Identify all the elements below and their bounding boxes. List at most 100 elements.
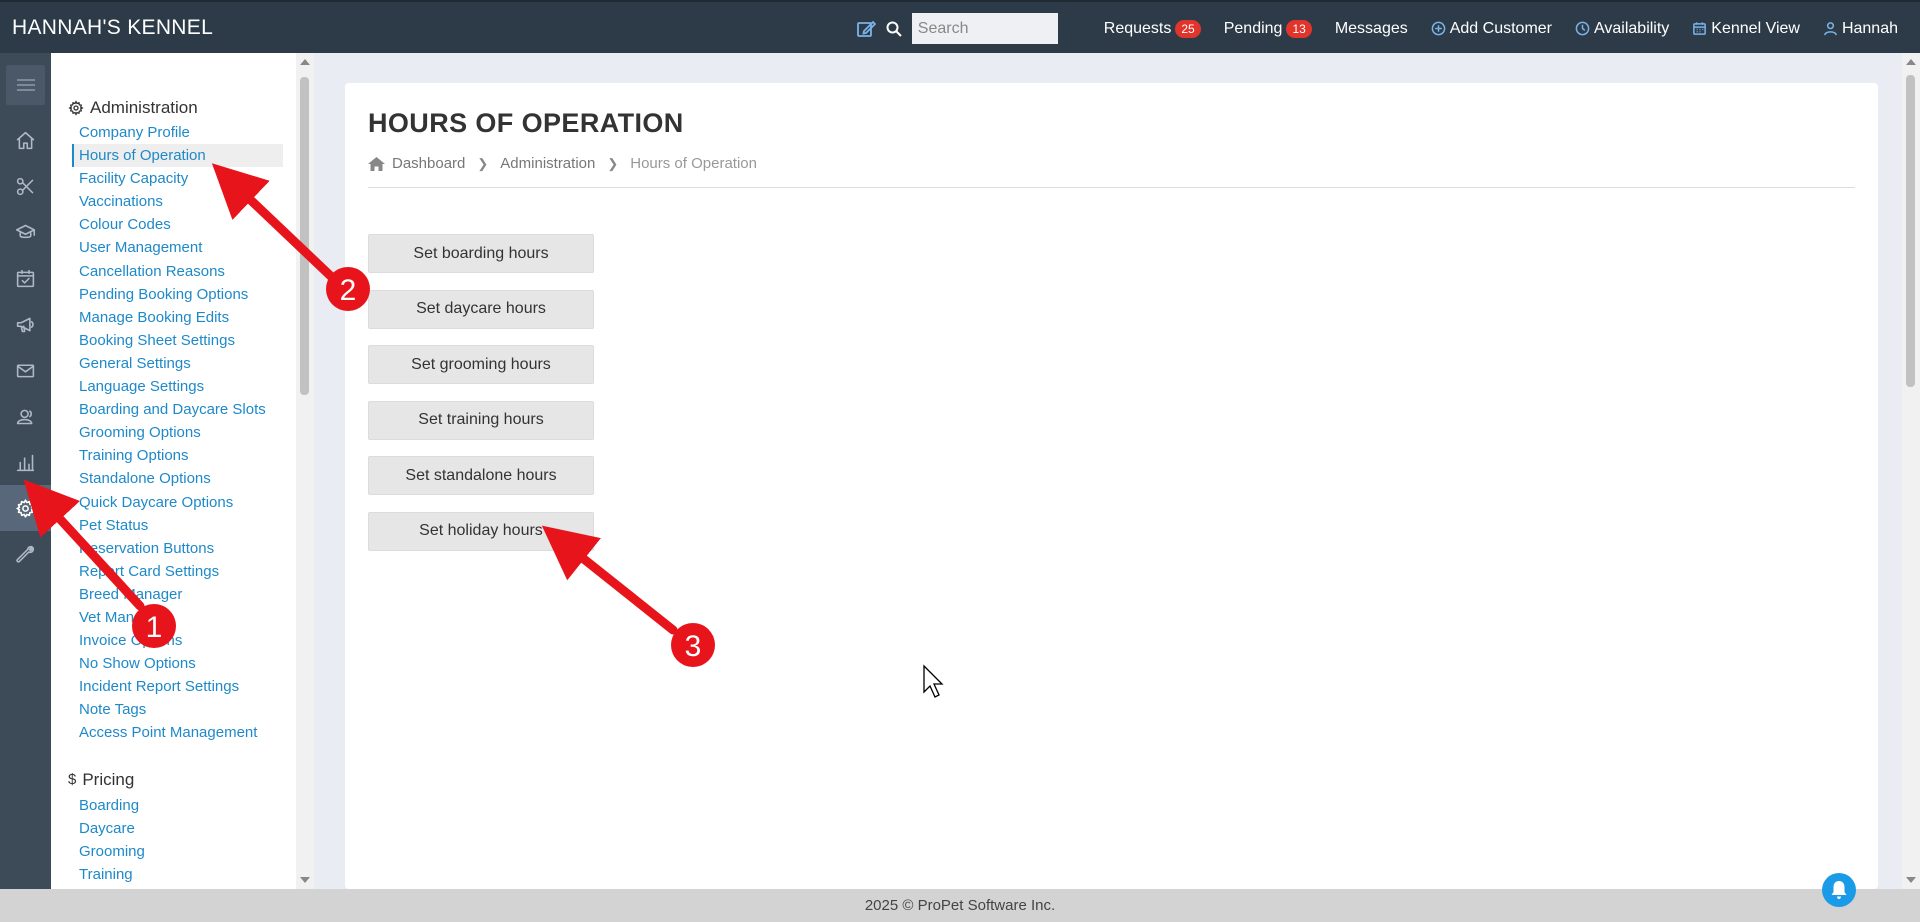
- scroll-down-arrow-icon[interactable]: [1906, 877, 1916, 883]
- main-scrollbar[interactable]: [1902, 53, 1920, 889]
- sidebar-item-company-profile[interactable]: Company Profile: [72, 121, 296, 144]
- add-customer-link[interactable]: Add Customer: [1431, 20, 1552, 38]
- sidebar-item-pricing-boarding[interactable]: Boarding: [72, 794, 296, 817]
- sidebar-item-note-tags[interactable]: Note Tags: [72, 698, 296, 721]
- hours-button-group: Set boarding hours Set daycare hours Set…: [368, 234, 594, 567]
- availability-label: Availability: [1594, 19, 1670, 37]
- title-divider: [368, 187, 1855, 188]
- sidebar-item-quick-daycare-options[interactable]: Quick Daycare Options: [72, 491, 296, 514]
- dollar-icon: $: [68, 771, 77, 789]
- breadcrumb: Dashboard ❯ Administration ❯ Hours of Op…: [368, 155, 757, 172]
- clock-icon: [1575, 21, 1590, 36]
- breadcrumb-current: Hours of Operation: [630, 155, 757, 172]
- sidebar-item-pricing-daycare[interactable]: Daycare: [72, 817, 296, 840]
- sidebar-item-training-options[interactable]: Training Options: [72, 444, 296, 467]
- sidebar-item-standalone-options[interactable]: Standalone Options: [72, 467, 296, 490]
- sidebar-item-pending-booking-options[interactable]: Pending Booking Options: [72, 283, 296, 306]
- sidebar-item-report-card-settings[interactable]: Report Card Settings: [72, 560, 296, 583]
- pricing-heading: $ Pricing: [68, 770, 296, 790]
- kennel-view-link[interactable]: Kennel View: [1692, 20, 1800, 38]
- scissors-icon[interactable]: [0, 163, 51, 209]
- menu-toggle-icon[interactable]: [6, 65, 45, 105]
- search-icon[interactable]: [886, 21, 902, 37]
- user-icon: [1823, 21, 1838, 36]
- sidebar-item-grooming-options[interactable]: Grooming Options: [72, 421, 296, 444]
- contact-icon[interactable]: [0, 393, 51, 439]
- breadcrumb-administration[interactable]: Administration: [500, 155, 595, 172]
- user-menu[interactable]: Hannah: [1823, 20, 1898, 38]
- sidebar-item-language-settings[interactable]: Language Settings: [72, 375, 296, 398]
- sidebar-item-cancellation-reasons[interactable]: Cancellation Reasons: [72, 260, 296, 283]
- requests-link[interactable]: Requests 25: [1103, 19, 1201, 38]
- graduation-cap-icon[interactable]: [0, 209, 51, 255]
- sidebar-item-invoice-options[interactable]: Invoice Options: [72, 629, 296, 652]
- gear-icon[interactable]: [0, 485, 51, 531]
- pending-count-badge: 13: [1286, 19, 1312, 38]
- sidebar-scroll-thumb[interactable]: [300, 77, 309, 395]
- sidebar-item-breed-manager[interactable]: Breed Manager: [72, 583, 296, 606]
- messages-link[interactable]: Messages: [1335, 20, 1408, 38]
- calendar-check-icon[interactable]: [0, 255, 51, 301]
- set-grooming-hours-button[interactable]: Set grooming hours: [368, 345, 594, 384]
- breadcrumb-dashboard[interactable]: Dashboard: [392, 155, 465, 172]
- search-input[interactable]: [911, 13, 1058, 44]
- plus-circle-icon: [1431, 21, 1446, 36]
- main-scroll-thumb[interactable]: [1906, 75, 1915, 387]
- scroll-up-arrow-icon[interactable]: [1906, 59, 1916, 65]
- icon-rail: [0, 53, 51, 889]
- sidebar-scrollbar[interactable]: [296, 53, 314, 889]
- sidebar-item-incident-report-settings[interactable]: Incident Report Settings: [72, 675, 296, 698]
- sidebar-item-pricing-training[interactable]: Training: [72, 863, 296, 886]
- sidebar-item-general-settings[interactable]: General Settings: [72, 352, 296, 375]
- chevron-right-icon: ❯: [607, 155, 619, 171]
- admin-sidebar: Administration Company Profile Hours of …: [51, 53, 296, 889]
- sidebar-item-vet-manager[interactable]: Vet Manager: [72, 606, 296, 629]
- page-title: HOURS OF OPERATION: [368, 108, 684, 138]
- sidebar-item-reservation-buttons[interactable]: Reservation Buttons: [72, 537, 296, 560]
- wrench-icon[interactable]: [0, 531, 51, 577]
- sidebar-item-pet-status[interactable]: Pet Status: [72, 514, 296, 537]
- home-icon[interactable]: [0, 117, 51, 163]
- sidebar-item-facility-capacity[interactable]: Facility Capacity: [72, 167, 296, 190]
- scroll-up-arrow-icon[interactable]: [300, 59, 310, 65]
- footer: 2025 © ProPet Software Inc.: [0, 889, 1920, 922]
- sidebar-item-colour-codes[interactable]: Colour Codes: [72, 213, 296, 236]
- sidebar-item-hours-of-operation[interactable]: Hours of Operation: [72, 144, 283, 168]
- pending-label: Pending: [1223, 19, 1283, 37]
- sidebar-item-manage-booking-edits[interactable]: Manage Booking Edits: [72, 306, 296, 329]
- chevron-right-icon: ❯: [477, 155, 489, 171]
- bar-chart-icon[interactable]: [0, 439, 51, 485]
- gear-icon: [68, 100, 84, 116]
- sidebar-item-pricing-grooming[interactable]: Grooming: [72, 840, 296, 863]
- pending-link[interactable]: Pending 13: [1223, 19, 1312, 38]
- sidebar-item-vaccinations[interactable]: Vaccinations: [72, 190, 296, 213]
- sidebar-item-booking-sheet-settings[interactable]: Booking Sheet Settings: [72, 329, 296, 352]
- availability-link[interactable]: Availability: [1575, 20, 1669, 38]
- set-holiday-hours-button[interactable]: Set holiday hours: [368, 511, 594, 551]
- sidebar-item-boarding-daycare-slots[interactable]: Boarding and Daycare Slots: [72, 398, 296, 421]
- set-training-hours-button[interactable]: Set training hours: [368, 400, 594, 440]
- main-content-card: HOURS OF OPERATION Dashboard ❯ Administr…: [345, 83, 1878, 889]
- sidebar-item-user-management[interactable]: User Management: [72, 236, 296, 259]
- top-navbar: HANNAH'S KENNEL Requests 25 Pending 13 M…: [0, 0, 1920, 53]
- mail-icon[interactable]: [0, 347, 51, 393]
- home-icon: [368, 156, 385, 171]
- administration-heading-label: Administration: [90, 98, 198, 117]
- set-daycare-hours-button[interactable]: Set daycare hours: [368, 289, 594, 329]
- user-name: Hannah: [1841, 19, 1898, 37]
- sidebar-item-access-point-management[interactable]: Access Point Management: [72, 721, 296, 744]
- set-standalone-hours-button[interactable]: Set standalone hours: [368, 456, 594, 495]
- sidebar-item-no-show-options[interactable]: No Show Options: [72, 652, 296, 675]
- administration-heading: Administration: [68, 98, 296, 118]
- kennel-view-label: Kennel View: [1711, 19, 1800, 37]
- megaphone-icon[interactable]: [0, 301, 51, 347]
- brand-title[interactable]: HANNAH'S KENNEL: [12, 16, 213, 40]
- add-customer-label: Add Customer: [1449, 19, 1552, 37]
- notification-bell-button[interactable]: [1822, 873, 1856, 907]
- edit-icon[interactable]: [856, 19, 876, 39]
- administration-list: Company Profile Hours of Operation Facil…: [72, 121, 296, 745]
- set-boarding-hours-button[interactable]: Set boarding hours: [368, 234, 594, 273]
- requests-label: Requests: [1103, 19, 1172, 37]
- scroll-down-arrow-icon[interactable]: [300, 877, 310, 883]
- pricing-list: Boarding Daycare Grooming Training: [72, 794, 296, 886]
